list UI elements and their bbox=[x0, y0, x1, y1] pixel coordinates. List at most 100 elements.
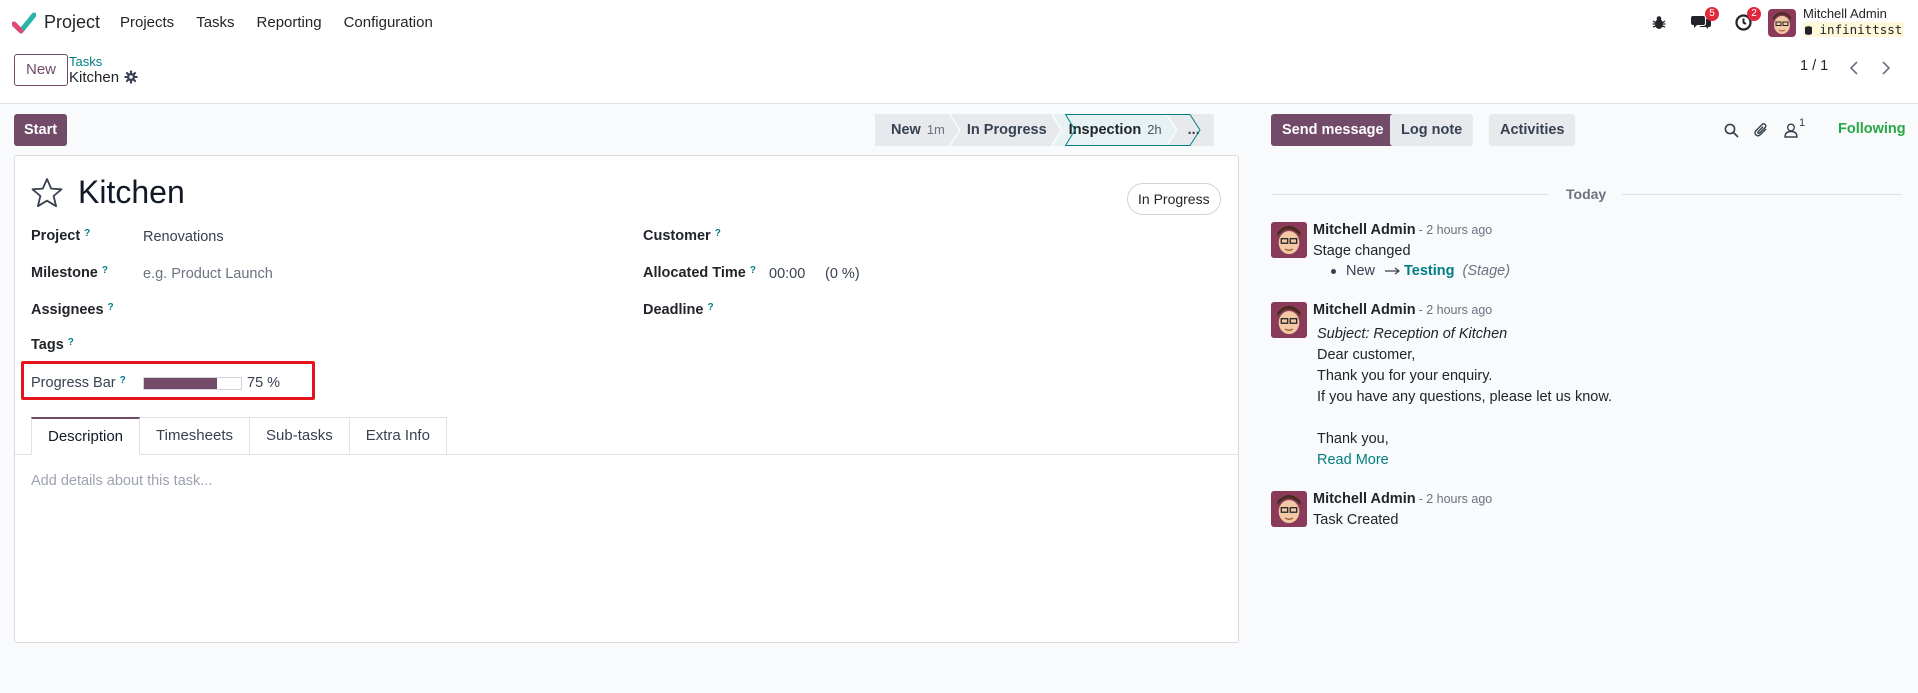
help-tooltip-icon[interactable]: ? bbox=[102, 265, 108, 276]
progress-bar[interactable] bbox=[143, 377, 242, 390]
description-editor[interactable]: Add details about this task... bbox=[31, 473, 212, 489]
progress-bar-value: 75 % bbox=[247, 375, 281, 391]
message-avatar[interactable] bbox=[1271, 222, 1307, 258]
tracking-value: New Testing (Stage) bbox=[1331, 263, 1510, 279]
label-text: Project bbox=[31, 228, 81, 244]
log-note-button[interactable]: Log note bbox=[1390, 114, 1474, 146]
follower-count: 1 bbox=[1799, 117, 1806, 129]
breadcrumb-current: Kitchen bbox=[69, 69, 120, 86]
message-author[interactable]: Mitchell Admin - 2 hours ago bbox=[1313, 491, 1492, 507]
followers-user-icon[interactable] bbox=[1782, 121, 1800, 139]
project-field[interactable]: Renovations bbox=[143, 229, 224, 245]
stage-duration: 1m bbox=[926, 122, 945, 137]
help-tooltip-icon[interactable]: ? bbox=[84, 228, 90, 239]
author-name[interactable]: Mitchell Admin bbox=[1313, 302, 1416, 318]
pager-next-button[interactable] bbox=[1873, 56, 1899, 80]
stage-new[interactable]: New 1m bbox=[875, 114, 959, 146]
bullet bbox=[1331, 268, 1336, 274]
message-line: Thank you, bbox=[1317, 431, 1389, 447]
read-more-link[interactable]: Read More bbox=[1317, 452, 1389, 468]
tags-field[interactable] bbox=[143, 337, 593, 357]
message-subject: Subject: Reception of Kitchen bbox=[1317, 326, 1508, 342]
search-icon[interactable] bbox=[1722, 121, 1740, 139]
stage-in-progress[interactable]: In Progress bbox=[951, 114, 1061, 146]
task-state-button[interactable]: In Progress bbox=[1127, 183, 1221, 215]
tab-timesheets[interactable]: Timesheets bbox=[140, 417, 251, 455]
arrow-right-icon bbox=[1385, 267, 1401, 275]
following-button[interactable]: Following bbox=[1838, 121, 1906, 137]
tab-description[interactable]: Description bbox=[31, 417, 141, 455]
help-tooltip-icon[interactable]: ? bbox=[715, 228, 721, 239]
menu-reporting[interactable]: Reporting bbox=[257, 14, 322, 31]
tracking-new-value: Testing bbox=[1404, 263, 1455, 279]
tracking-field-name: (Stage) bbox=[1462, 263, 1511, 279]
stage-name: In Progress bbox=[966, 122, 1047, 138]
database-name: infinittsst bbox=[1803, 22, 1905, 37]
milestone-field[interactable]: e.g. Product Launch bbox=[143, 266, 273, 282]
new-button[interactable]: New bbox=[14, 54, 69, 86]
user-name[interactable]: Mitchell Admin bbox=[1803, 6, 1887, 21]
message-avatar[interactable] bbox=[1271, 302, 1307, 338]
tags-label: Tags? bbox=[31, 337, 74, 353]
allocated-time-label: Allocated Time? bbox=[643, 265, 756, 281]
help-tooltip-icon[interactable]: ? bbox=[108, 302, 114, 313]
start-button[interactable]: Start bbox=[14, 114, 68, 146]
pager-value[interactable]: 1 / 1 bbox=[1800, 58, 1828, 74]
allocated-time-field[interactable]: 00:00 bbox=[769, 266, 805, 282]
star-icon[interactable] bbox=[31, 177, 63, 209]
message-date: - 2 hours ago bbox=[1418, 223, 1493, 237]
debug-bug-icon[interactable] bbox=[1648, 12, 1670, 32]
breadcrumb-tasks[interactable]: Tasks bbox=[69, 54, 102, 69]
label-text: Milestone bbox=[31, 265, 98, 281]
customer-label: Customer? bbox=[643, 228, 721, 244]
notebook-tabs: Description Timesheets Sub-tasks Extra I… bbox=[31, 417, 447, 455]
messages-badge: 5 bbox=[1705, 7, 1719, 21]
database-icon bbox=[1805, 26, 1812, 35]
app-name[interactable]: Project bbox=[44, 12, 100, 33]
label-text: Tags bbox=[31, 337, 64, 353]
user-avatar[interactable] bbox=[1768, 9, 1796, 37]
message-author[interactable]: Mitchell Admin - 2 hours ago bbox=[1313, 302, 1492, 318]
activities-button[interactable]: Activities bbox=[1489, 114, 1576, 146]
deadline-field[interactable] bbox=[769, 302, 1219, 322]
project-label: Project? bbox=[31, 228, 90, 244]
progress-bar-label: Progress Bar? bbox=[31, 375, 126, 391]
help-tooltip-icon[interactable]: ? bbox=[750, 265, 756, 276]
help-tooltip-icon[interactable]: ? bbox=[120, 375, 126, 386]
activities-badge: 2 bbox=[1747, 7, 1761, 21]
gear-icon[interactable] bbox=[124, 70, 138, 84]
message-date: - 2 hours ago bbox=[1418, 303, 1493, 317]
project-app-icon[interactable] bbox=[12, 12, 36, 34]
date-divider-left bbox=[1271, 194, 1549, 195]
menu-configuration[interactable]: Configuration bbox=[344, 14, 433, 31]
allocated-time-percent: (0 %) bbox=[825, 266, 860, 282]
author-name[interactable]: Mitchell Admin bbox=[1313, 222, 1416, 238]
pager-previous-button[interactable] bbox=[1841, 56, 1867, 80]
label-text: Deadline bbox=[643, 302, 704, 318]
customer-field[interactable] bbox=[769, 228, 1219, 248]
help-tooltip-icon[interactable]: ? bbox=[68, 337, 74, 348]
label-text: Customer bbox=[643, 228, 711, 244]
tab-extra-info[interactable]: Extra Info bbox=[349, 417, 447, 455]
tab-sub-tasks[interactable]: Sub-tasks bbox=[250, 417, 350, 455]
date-separator: Today bbox=[1566, 186, 1607, 202]
help-tooltip-icon[interactable]: ? bbox=[707, 302, 713, 313]
menu-projects[interactable]: Projects bbox=[120, 14, 174, 31]
stage-name: New bbox=[891, 122, 921, 138]
assignees-field[interactable] bbox=[143, 302, 593, 322]
send-message-button[interactable]: Send message bbox=[1271, 114, 1395, 146]
message-line: Thank you for your enquiry. bbox=[1317, 368, 1493, 384]
paperclip-icon[interactable] bbox=[1752, 121, 1770, 139]
message-line: If you have any questions, please let us… bbox=[1317, 389, 1613, 405]
message-text: Stage changed bbox=[1313, 243, 1411, 259]
task-title[interactable]: Kitchen bbox=[78, 174, 185, 211]
message-avatar[interactable] bbox=[1271, 491, 1307, 527]
author-name[interactable]: Mitchell Admin bbox=[1313, 491, 1416, 507]
message-author[interactable]: Mitchell Admin - 2 hours ago bbox=[1313, 222, 1492, 238]
activities-clock-icon[interactable]: 2 bbox=[1732, 7, 1761, 32]
menu-tasks[interactable]: Tasks bbox=[196, 14, 234, 31]
message-line: Dear customer, bbox=[1317, 347, 1416, 363]
main-menu: Projects Tasks Reporting Configuration bbox=[120, 14, 455, 31]
messages-icon[interactable]: 5 bbox=[1690, 7, 1719, 32]
database-label: infinittsst bbox=[1819, 22, 1903, 37]
